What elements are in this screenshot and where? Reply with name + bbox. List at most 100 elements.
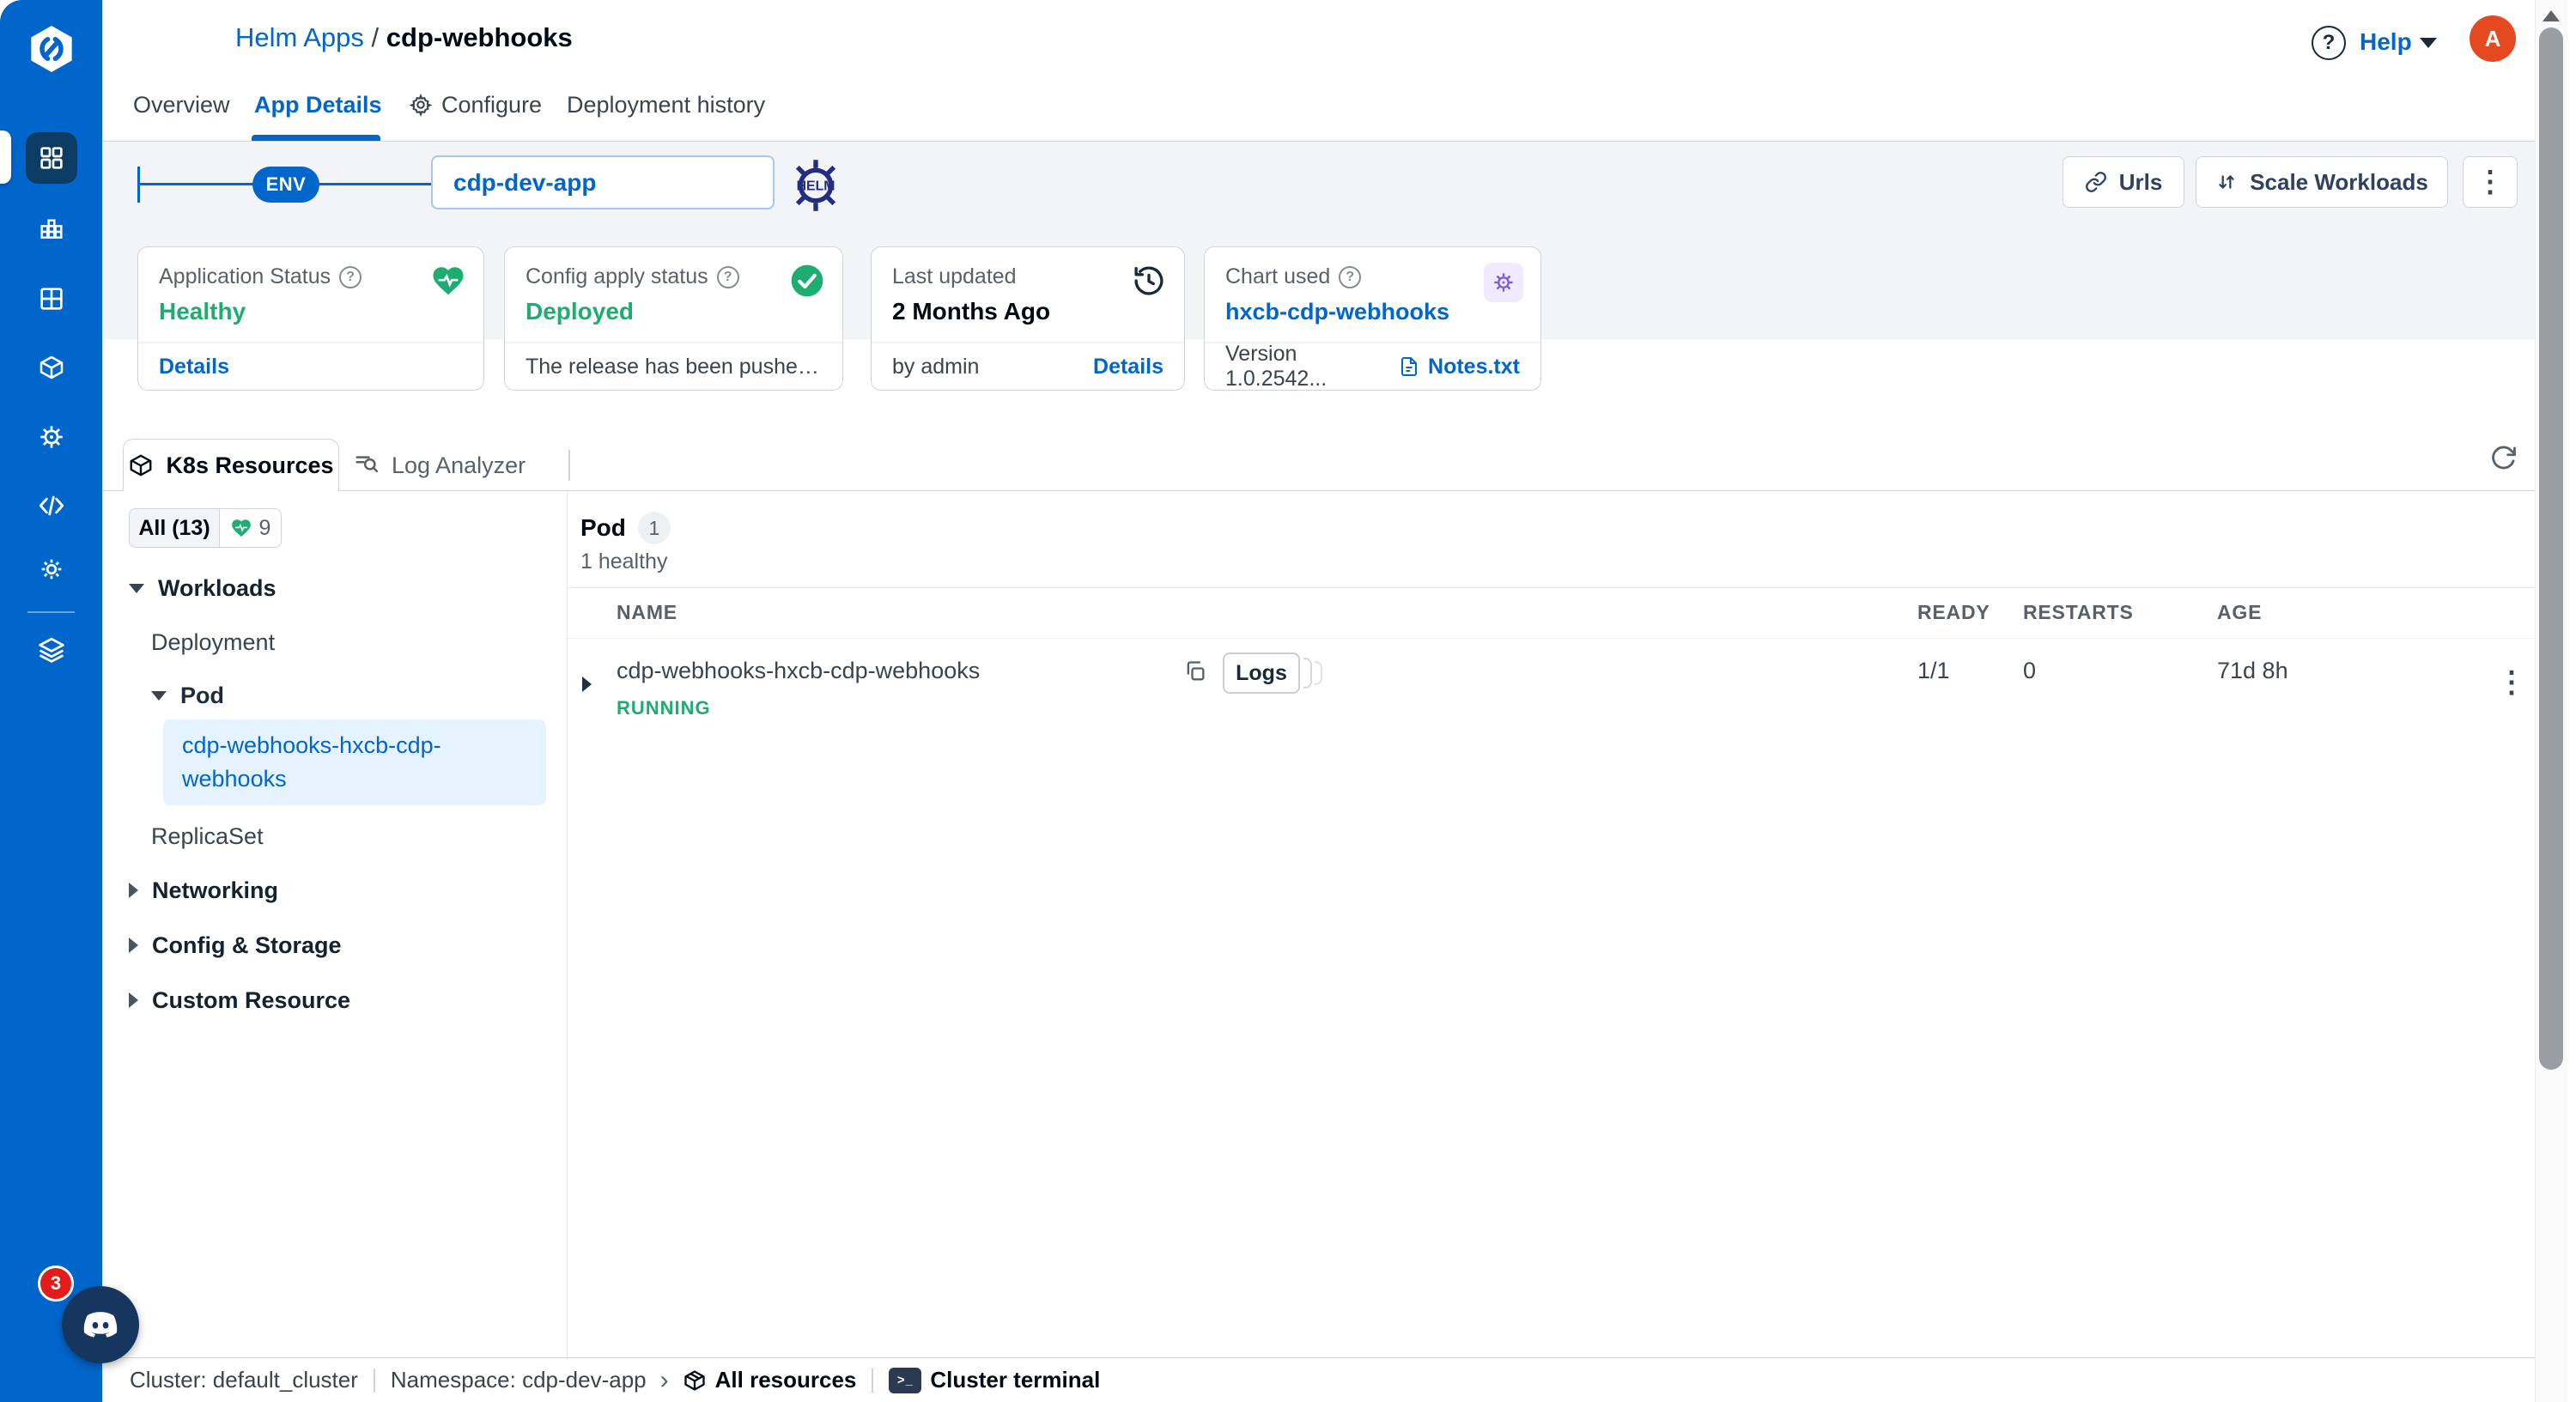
footer-separator	[374, 1369, 375, 1393]
copy-name-button[interactable]	[1183, 659, 1207, 683]
column-header-restarts: RESTARTS	[2023, 587, 2134, 638]
tree-section-config-storage[interactable]: Config & Storage	[129, 924, 342, 967]
chart-used-link[interactable]: hxcb-cdp-webhooks	[1225, 299, 1449, 325]
filter-healthy-chip[interactable]: 9	[220, 508, 282, 548]
layers-icon	[37, 635, 66, 665]
devtron-logo-icon[interactable]	[0, 21, 102, 77]
sidebar-item-application-groups[interactable]	[0, 216, 102, 244]
status-footer: Cluster: default_cluster Namespace: cdp-…	[102, 1357, 2535, 1402]
k8s-resources-label: K8s Resources	[166, 452, 333, 479]
sidebar-item-applications[interactable]	[26, 132, 77, 184]
application-status-info-icon[interactable]: ?	[339, 266, 361, 288]
tree-section-networking[interactable]: Networking	[129, 869, 278, 912]
logs-button[interactable]: Logs	[1223, 652, 1300, 694]
help-chevron-down-icon[interactable]	[2420, 38, 2437, 48]
tree-section-workloads[interactable]: Workloads	[129, 567, 276, 610]
sidebar-item-chart-store[interactable]	[0, 285, 102, 313]
tree-table-divider	[567, 491, 568, 1357]
log-analyzer-label: Log Analyzer	[392, 452, 526, 479]
healthy-heart-icon	[230, 517, 252, 539]
sidebar-item-global-configurations[interactable]	[0, 555, 102, 584]
row-expander[interactable]	[582, 677, 592, 692]
column-header-ready: READY	[1917, 587, 1990, 638]
active-tab-underline	[252, 135, 380, 141]
pod-row-kebab-button[interactable]: ⋮	[2497, 668, 2526, 697]
tab-overview[interactable]: Overview	[133, 82, 230, 127]
heart-pulse-icon	[430, 263, 466, 299]
tree-item-label: Pod	[180, 683, 224, 709]
environment-selector[interactable]: cdp-dev-app	[431, 155, 775, 209]
urls-button[interactable]: Urls	[2063, 156, 2184, 208]
tree-section-custom-resource[interactable]: Custom Resource	[129, 979, 350, 1022]
application-status-value: Healthy	[159, 298, 463, 325]
sidebar-item-clusters[interactable]	[0, 422, 102, 452]
helm-wheel-icon	[37, 422, 66, 452]
pod-age-value: 71d 8h	[2217, 658, 2288, 684]
pod-status-running: RUNNING	[617, 697, 711, 719]
caret-right-icon	[129, 938, 138, 953]
link-icon	[2085, 171, 2107, 193]
application-status-card: Application Status ? Healthy Details	[137, 246, 484, 391]
caret-right-icon	[582, 677, 592, 692]
breadcrumb-app-name: cdp-webhooks	[386, 22, 573, 52]
refresh-button[interactable]	[2488, 444, 2518, 473]
footer-separator	[872, 1369, 873, 1393]
user-avatar[interactable]: A	[2470, 15, 2516, 62]
cluster-terminal-link[interactable]: Cluster terminal	[930, 1367, 1100, 1393]
sidebar-expand-handle[interactable]	[0, 130, 11, 184]
scrollbar-up-arrow[interactable]	[2543, 10, 2560, 21]
config-apply-status-card: Config apply status ? Deployed The relea…	[504, 246, 843, 391]
app-actions-kebab-button[interactable]: ⋮	[2463, 156, 2518, 208]
discord-icon	[77, 1302, 124, 1348]
history-icon	[1131, 263, 1167, 299]
tree-item-label: Deployment	[151, 629, 275, 656]
pod-count-badge: 1	[638, 512, 671, 544]
tab-separator	[568, 450, 570, 481]
chart-helm-icon	[1484, 263, 1523, 302]
tree-item-pod-selected[interactable]: cdp-webhooks-hxcb-cdp-webhooks	[163, 719, 546, 805]
sidebar-item-stack-manager[interactable]	[0, 635, 102, 665]
env-badge: ENV	[252, 167, 319, 203]
sidebar-item-code-editor[interactable]	[0, 491, 102, 520]
table-header-border	[568, 638, 2535, 639]
tab-k8s-resources[interactable]: K8s Resources	[123, 439, 339, 491]
logs-button-stack-decoration	[1303, 658, 1312, 689]
pod-health-subtitle: 1 healthy	[580, 549, 667, 574]
chart-used-info-icon[interactable]: ?	[1339, 266, 1361, 288]
last-updated-details-link[interactable]: Details	[1093, 355, 1163, 379]
tab-app-details[interactable]: App Details	[254, 82, 382, 127]
tab-configure[interactable]: Configure	[441, 82, 542, 127]
pod-row-name[interactable]: cdp-webhooks-hxcb-cdp-webhooks	[617, 658, 980, 684]
help-label[interactable]: Help	[2360, 28, 2412, 56]
discord-chat-button[interactable]	[62, 1286, 139, 1363]
config-apply-status-info-icon[interactable]: ?	[717, 266, 739, 288]
sidebar-item-resource-browser[interactable]	[0, 354, 102, 381]
log-analyzer-icon	[354, 452, 380, 478]
caret-right-icon	[129, 992, 138, 1008]
help-question-icon[interactable]: ?	[2312, 26, 2346, 60]
breadcrumb-helm-apps-link[interactable]: Helm Apps	[235, 22, 364, 52]
tree-section-label: Custom Resource	[152, 987, 350, 1014]
code-icon	[37, 491, 66, 520]
tree-item-pod[interactable]: Pod	[151, 674, 224, 717]
app-root: Helm Apps / cdp-webhooks Overview App De…	[0, 0, 2576, 1402]
pod-restarts-value: 0	[2023, 658, 2036, 684]
pod-section-heading: Pod 1	[580, 512, 671, 544]
tree-item-replicaset[interactable]: ReplicaSet	[151, 815, 264, 858]
scrollbar-thumb[interactable]	[2539, 27, 2563, 1070]
application-status-details-link[interactable]: Details	[159, 355, 229, 379]
scale-arrows-icon	[2215, 171, 2238, 193]
tab-deployment-history[interactable]: Deployment history	[567, 82, 765, 127]
scale-workloads-button[interactable]: Scale Workloads	[2196, 156, 2448, 208]
notes-txt-link[interactable]: Notes.txt	[1428, 355, 1520, 379]
chart-store-icon	[38, 285, 65, 313]
filter-all-chip[interactable]: All (13)	[129, 508, 220, 548]
tree-item-deployment[interactable]: Deployment	[151, 621, 275, 664]
scale-workloads-label: Scale Workloads	[2250, 169, 2428, 196]
tab-log-analyzer[interactable]: Log Analyzer	[354, 440, 526, 491]
configure-gear-icon	[409, 93, 433, 117]
caret-down-icon	[129, 584, 144, 593]
sidebar-divider	[27, 611, 75, 613]
namespace-label: Namespace: cdp-dev-app	[391, 1367, 647, 1393]
all-resources-link[interactable]: All resources	[715, 1367, 857, 1393]
